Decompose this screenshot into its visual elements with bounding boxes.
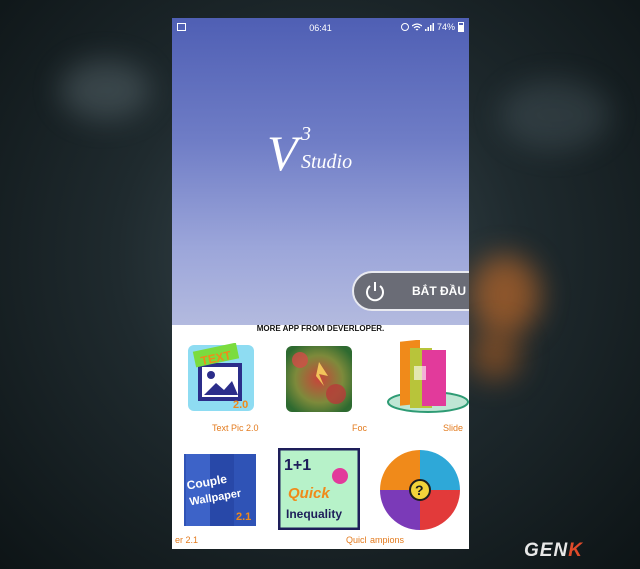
- inequality-tile-word: Inequality: [286, 507, 342, 521]
- battery-percent: 74%: [436, 22, 455, 32]
- status-bar: 06:41 74%: [172, 18, 469, 38]
- logo-v: V: [267, 125, 303, 181]
- text-pic-app-icon[interactable]: TEXT 2.0: [186, 343, 256, 413]
- champions-app-icon[interactable]: ?: [378, 448, 462, 532]
- slide-app-icon[interactable]: [378, 340, 469, 414]
- quick-inequality-app-label[interactable]: Quicl: [346, 535, 367, 545]
- background-light: [60, 60, 150, 120]
- couple-version: 2.1: [236, 511, 251, 523]
- champions-app-label[interactable]: ampions: [370, 535, 404, 545]
- couple-wallpaper-app-icon[interactable]: Couple Wallpaper 2.1: [184, 454, 256, 526]
- background-light: [470, 255, 540, 335]
- genk-watermark: GENK: [524, 540, 583, 562]
- svg-text:?: ?: [415, 482, 424, 498]
- v3-studio-logo: V 3 Studio: [267, 123, 352, 181]
- logo-3: 3: [300, 123, 311, 145]
- alarm-icon: [400, 23, 409, 31]
- start-button[interactable]: BẮT ĐẦU: [352, 271, 469, 311]
- background-light: [500, 80, 610, 150]
- slide-app-label[interactable]: Slide: [443, 423, 463, 433]
- text-pic-app-label[interactable]: Text Pic 2.0: [212, 423, 259, 433]
- watermark-accent: K: [568, 540, 583, 561]
- start-button-label: BẮT ĐẦU: [412, 284, 466, 298]
- signal-icon: [424, 23, 434, 31]
- quick-tile-math: 1+1: [284, 457, 311, 474]
- background-light: [470, 330, 520, 380]
- battery-icon: [458, 22, 464, 32]
- watermark-main: GEN: [524, 540, 569, 561]
- phone-screen: 06:41 74% V 3 Studio BẮT ĐẦU MORE APP FR…: [172, 18, 469, 549]
- wifi-icon: [411, 23, 422, 31]
- more-apps-title: MORE APP FROM DEVERLOPER.: [256, 324, 385, 333]
- focus-app-icon[interactable]: [286, 346, 352, 412]
- splash-hero: 06:41 74% V 3 Studio BẮT ĐẦU: [172, 18, 469, 325]
- text-pic-version: 2.0: [233, 399, 248, 411]
- couple-wallpaper-app-label[interactable]: er 2.1: [175, 535, 198, 545]
- quick-tile-word: Quick: [288, 485, 330, 502]
- focus-app-label[interactable]: Foc: [352, 423, 367, 433]
- power-icon: [366, 282, 384, 302]
- quick-inequality-app-icon[interactable]: 1+1 Quick Inequality: [278, 448, 360, 530]
- logo-studio: Studio: [301, 151, 352, 173]
